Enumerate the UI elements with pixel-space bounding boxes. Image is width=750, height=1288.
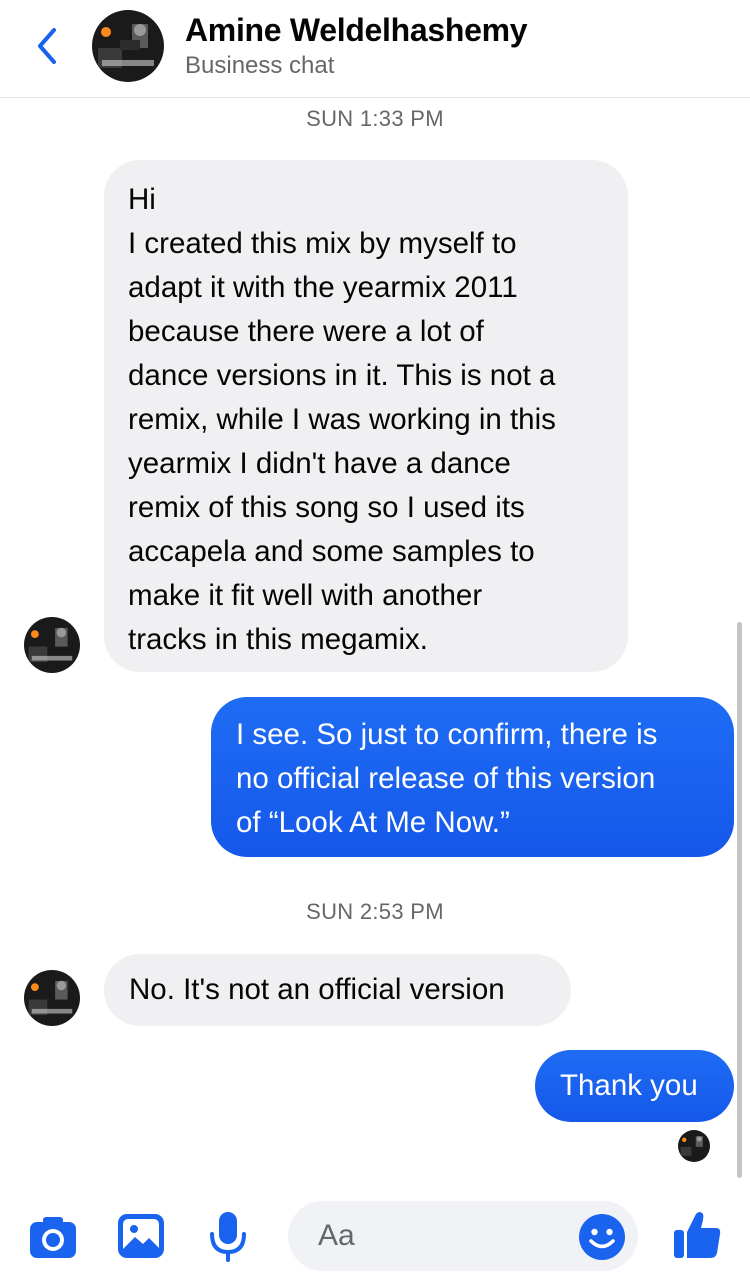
incoming-message-bubble[interactable]: No. It's not an official version <box>104 954 571 1026</box>
microphone-button[interactable] <box>207 1210 249 1262</box>
contact-name[interactable]: Amine Weldelhashemy <box>185 12 528 49</box>
message-line: because there were a lot of <box>128 315 484 348</box>
chat-type-label: Business chat <box>185 52 335 79</box>
message-line: no official release of this version <box>236 762 656 795</box>
composer-bar <box>0 1190 750 1288</box>
gallery-icon <box>118 1214 164 1258</box>
message-line: Thank you <box>560 1069 698 1102</box>
emoji-icon <box>579 1214 625 1260</box>
timestamp: SUN 1:33 PM <box>306 106 444 131</box>
message-line: of “Look At Me Now.” <box>236 806 510 839</box>
scrollbar[interactable] <box>737 622 742 1178</box>
like-button[interactable] <box>672 1210 722 1260</box>
timestamp: SUN 2:53 PM <box>306 899 444 924</box>
read-receipt-avatar <box>678 1130 710 1162</box>
contact-avatar-small[interactable] <box>24 970 80 1026</box>
message-input-container[interactable] <box>288 1201 638 1271</box>
message-line: tracks in this megamix. <box>128 623 428 656</box>
gallery-button[interactable] <box>117 1213 165 1259</box>
message-line: remix of this song so I used its <box>128 491 525 524</box>
message-line: Hi <box>128 183 156 216</box>
outgoing-message-bubble[interactable]: I see. So just to confirm, there is no o… <box>211 697 734 857</box>
microphone-icon <box>210 1212 246 1262</box>
thumbs-up-icon <box>674 1212 721 1258</box>
contact-avatar[interactable] <box>92 10 164 82</box>
message-line: remix, while I was working in this <box>128 403 556 436</box>
camera-button[interactable] <box>28 1214 78 1260</box>
camera-icon <box>30 1217 76 1258</box>
chevron-left-icon <box>38 28 56 64</box>
message-line: accapela and some samples to <box>128 535 535 568</box>
message-line: I created this mix by myself to <box>128 227 517 260</box>
contact-avatar-small[interactable] <box>24 617 80 673</box>
message-line: adapt it with the yearmix 2011 <box>128 271 518 304</box>
message-line: make it fit well with another <box>128 579 483 612</box>
outgoing-message-bubble[interactable]: Thank you <box>535 1050 734 1122</box>
message-line: yearmix I didn't have a dance <box>128 447 511 480</box>
incoming-message-bubble[interactable]: Hi I created this mix by myself to adapt… <box>104 160 628 672</box>
back-button[interactable] <box>30 24 64 68</box>
chat-header: Amine Weldelhashemy Business chat <box>0 0 750 98</box>
message-line: dance versions in it. This is not a <box>128 359 556 392</box>
message-line: No. It's not an official version <box>129 973 505 1006</box>
message-line: I see. So just to confirm, there is <box>236 718 658 751</box>
emoji-button[interactable] <box>578 1213 626 1261</box>
message-input[interactable] <box>318 1215 568 1257</box>
